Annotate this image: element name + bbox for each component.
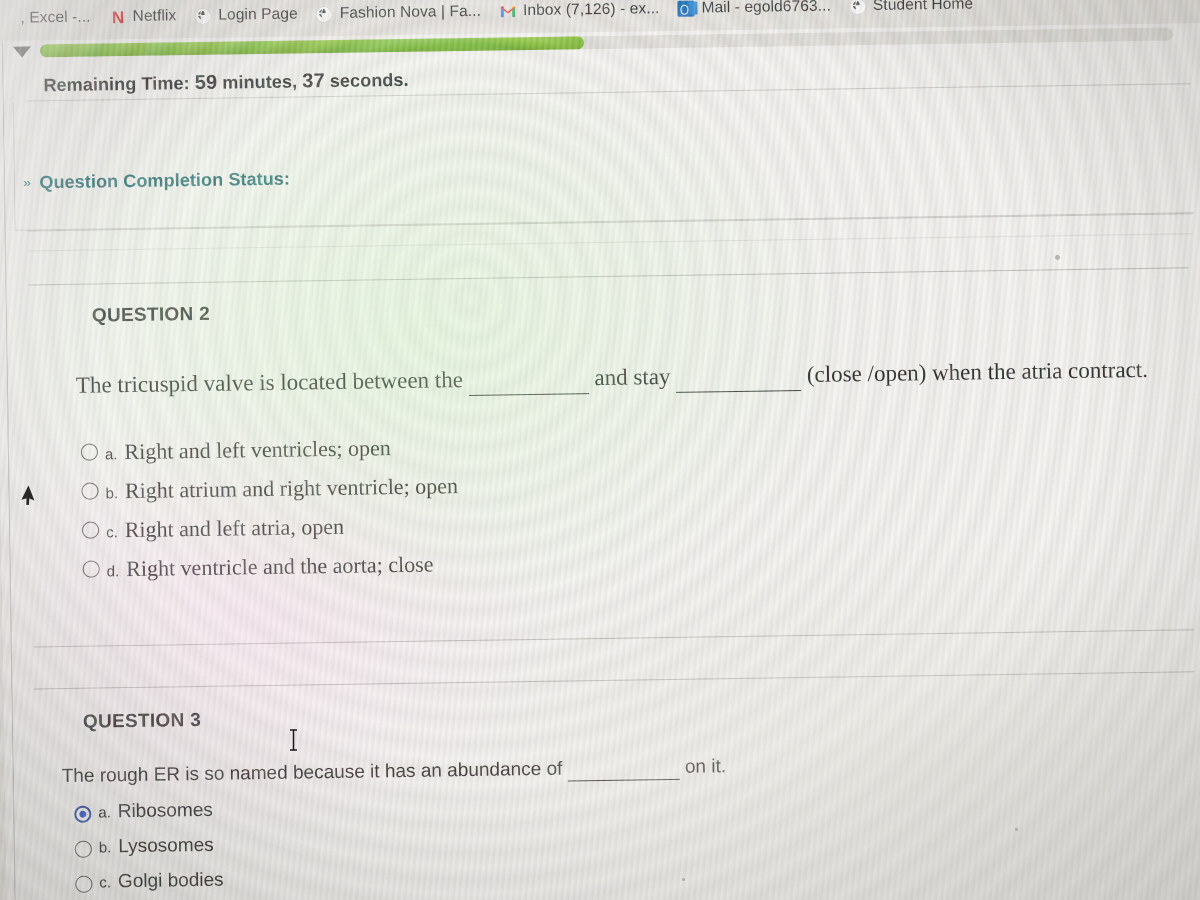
bookmark-gmail-inbox[interactable]: Inbox (7,126) - ex... xyxy=(490,0,669,23)
chevron-double-down-icon: » xyxy=(22,175,32,191)
radio-button-b[interactable] xyxy=(74,840,92,858)
page-icon xyxy=(0,10,14,27)
bookmark-fashion-nova[interactable]: Fashion Nova | Fa... xyxy=(307,1,491,26)
dust-speck xyxy=(1015,828,1018,831)
option-row[interactable]: d. Right ventricle and the aorta; close xyxy=(82,551,459,583)
divider xyxy=(34,671,1195,690)
option-letter: b. xyxy=(105,485,119,503)
remaining-seconds: 37 xyxy=(302,70,325,93)
exam-page: Remaining Time: 59 minutes, 37 seconds. … xyxy=(0,22,1200,900)
option-text: Ribosomes xyxy=(117,799,213,823)
option-row[interactable]: b. Lysosomes xyxy=(74,834,224,859)
option-text: Right atrium and right ventricle; open xyxy=(124,473,459,504)
blank-field-3[interactable] xyxy=(567,756,680,782)
option-text: Lysosomes xyxy=(118,834,214,858)
option-row[interactable]: b. Right atrium and right ventricle; ope… xyxy=(81,473,458,505)
radio-button-c[interactable] xyxy=(75,875,93,893)
globe-icon xyxy=(194,7,211,24)
option-text: Right and left atria, open xyxy=(124,513,345,543)
remaining-minutes-unit: minutes, xyxy=(222,71,298,93)
question-2-prompt: The tricuspid valve is located between t… xyxy=(76,353,1200,402)
question-3-options: a. Ribosomes b. Lysosomes c. Golgi bodie… xyxy=(74,800,224,900)
content-frame: Remaining Time: 59 minutes, 37 seconds. … xyxy=(1,22,1200,900)
bookmark-label: , Excel -... xyxy=(20,8,91,27)
option-letter: d. xyxy=(106,563,120,581)
radio-button-a[interactable] xyxy=(74,805,92,823)
option-row[interactable]: c. Right and left atria, open xyxy=(81,512,459,544)
option-letter: c. xyxy=(106,524,118,542)
radio-button-b[interactable] xyxy=(81,482,99,500)
option-text: Golgi bodies xyxy=(117,869,224,893)
triangle-down-icon[interactable] xyxy=(12,45,32,58)
dust-speck xyxy=(682,878,685,881)
question-2-title: QUESTION 2 xyxy=(91,303,211,327)
bookmark-student-home[interactable]: Student Home xyxy=(840,0,983,17)
bookmark-label: Mail - egold6763... xyxy=(701,0,832,17)
bookmark-label: Login Page xyxy=(218,5,298,24)
globe-icon xyxy=(316,5,333,22)
blank-field-2[interactable] xyxy=(675,359,802,393)
option-row[interactable]: a. Ribosomes xyxy=(74,800,223,824)
text-ibeam-cursor xyxy=(288,729,299,751)
dust-speck xyxy=(1055,255,1060,260)
remaining-seconds-unit: seconds. xyxy=(329,69,409,91)
outlook-icon xyxy=(677,0,695,17)
question-3-prompt-part1: The rough ER is so named because it has … xyxy=(61,758,563,788)
question-2-prompt-part1: The tricuspid valve is located between t… xyxy=(75,367,464,398)
screen-content: , Excel -... N Netflix Login Page Fashio… xyxy=(0,0,1200,900)
option-text: Right ventricle and the aorta; close xyxy=(125,551,434,582)
bookmark-netflix[interactable]: N Netflix xyxy=(99,5,185,28)
question-completion-status-label: Question Completion Status: xyxy=(39,168,291,193)
question-completion-status[interactable]: » Question Completion Status: xyxy=(23,169,290,194)
option-letter: a. xyxy=(104,446,118,464)
blank-field-1[interactable] xyxy=(468,362,589,397)
bookmark-excel[interactable]: , Excel -... xyxy=(0,6,100,30)
netflix-icon: N xyxy=(111,7,123,27)
option-row[interactable]: a. Right and left ventricles; open xyxy=(80,434,458,466)
globe-icon xyxy=(849,0,866,15)
bookmark-label: Inbox (7,126) - ex... xyxy=(522,0,660,20)
photograph-of-screen: , Excel -... N Netflix Login Page Fashio… xyxy=(0,0,1200,900)
bookmark-label: Student Home xyxy=(872,0,974,14)
radio-button-c[interactable] xyxy=(81,521,100,539)
question-3-prompt: The rough ER is so named because it has … xyxy=(62,750,1162,789)
bookmark-login-page[interactable]: Login Page xyxy=(185,3,307,27)
radio-button-a[interactable] xyxy=(80,443,99,461)
bookmark-label: Netflix xyxy=(132,7,177,25)
bookmark-label: Fashion Nova | Fa... xyxy=(339,2,482,22)
option-letter: a. xyxy=(98,804,111,822)
question-2-options: a. Right and left ventricles; open b. Ri… xyxy=(80,434,460,596)
bookmark-outlook-mail[interactable]: Mail - egold6763... xyxy=(668,0,840,20)
remaining-time-text: Remaining Time: xyxy=(43,73,190,96)
divider xyxy=(28,267,1189,286)
question-3-title: QUESTION 3 xyxy=(82,709,202,733)
option-text: Right and left ventricles; open xyxy=(124,435,391,465)
question-2-prompt-part2: and stay xyxy=(594,363,671,391)
remaining-minutes: 59 xyxy=(194,71,218,94)
divider xyxy=(33,629,1194,648)
question-3-prompt-part2: on it. xyxy=(684,756,727,778)
gmail-icon xyxy=(499,3,516,20)
option-letter: c. xyxy=(99,874,112,892)
option-letter: b. xyxy=(98,839,112,857)
exam-progress-fill xyxy=(39,36,584,58)
question-2-prompt-part3: (close /open) when the atria contract. xyxy=(806,356,1149,387)
option-row[interactable]: c. Golgi bodies xyxy=(75,870,224,894)
status-panel xyxy=(12,85,1195,231)
radio-button-d[interactable] xyxy=(82,560,100,578)
divider xyxy=(27,233,1193,252)
